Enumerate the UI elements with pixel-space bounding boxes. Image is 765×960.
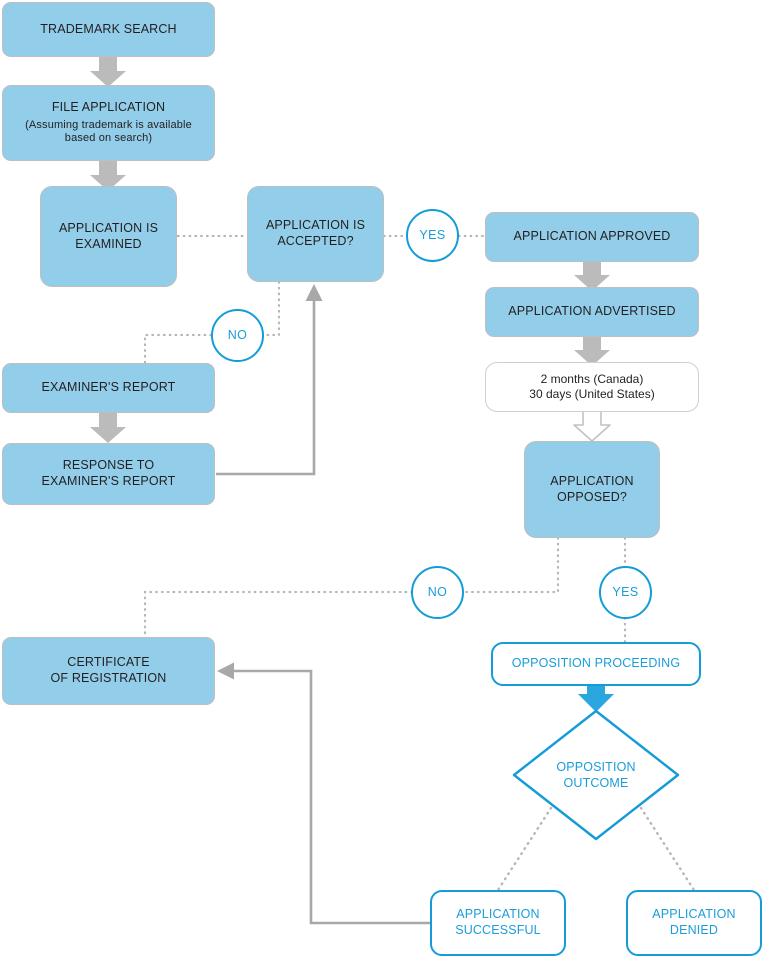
node-trademark-search[interactable]: TRADEMARK SEARCH [2,2,215,57]
node-file-application-label: FILE APPLICATION [51,99,166,114]
node-application-approved[interactable]: APPLICATION APPROVED [485,212,699,262]
decision-opposed-yes-label: YES [612,584,639,599]
node-application-accepted-line-2: ACCEPTED? [277,234,354,248]
node-opposition-outcome[interactable]: OPPOSITION OUTCOME [536,750,656,800]
node-opposition-proceeding[interactable]: OPPOSITION PROCEEDING [491,642,701,686]
node-response-to-examiners-report-line-1: RESPONSE TO [62,458,155,473]
node-application-denied[interactable]: APPLICATION DENIED [626,890,762,956]
node-opposition-outcome-line-2: OUTCOME [563,776,629,790]
node-application-approved-label: APPLICATION APPROVED [513,229,671,244]
decision-accepted-no[interactable]: NO [211,309,264,362]
node-application-successful-line-2: SUCCESSFUL [455,923,541,937]
node-application-examined[interactable]: APPLICATION IS EXAMINED [40,186,177,287]
decision-opposed-yes[interactable]: YES [599,566,652,619]
node-certificate-of-registration-line-2: OF REGISTRATION [50,671,167,685]
node-application-accepted-line-1: APPLICATION IS [265,218,366,233]
flowchart-canvas: TRADEMARK SEARCH FILE APPLICATION (Assum… [0,0,765,960]
node-application-opposed[interactable]: APPLICATION OPPOSED? [524,441,660,538]
decision-opposed-no[interactable]: NO [411,566,464,619]
edge-no-to-certificate [143,590,414,639]
node-response-to-examiners-report-line-2: EXAMINER'S REPORT [41,474,176,488]
edge-outcome-to-successful [496,806,553,892]
node-file-application-sub-line-2: based on search) [64,132,153,145]
node-response-to-examiners-report[interactable]: RESPONSE TO EXAMINER'S REPORT [2,443,215,505]
edge-outcome-to-denied [639,806,696,892]
edge-proceeding-to-outcome [578,685,614,712]
node-application-denied-line-1: APPLICATION [652,907,736,922]
node-examiners-report[interactable]: EXAMINER'S REPORT [2,363,215,413]
node-application-advertised-label: APPLICATION ADVERTISED [508,304,676,319]
node-file-application[interactable]: FILE APPLICATION (Assuming trademark is … [2,85,215,161]
decision-opposed-no-label: NO [427,584,448,599]
node-examiners-report-label: EXAMINER'S REPORT [41,380,176,395]
node-trademark-search-label: TRADEMARK SEARCH [40,21,177,36]
node-opposition-window: 2 months (Canada) 30 days (United States… [485,362,699,412]
node-file-application-sub-line-1: (Assuming trademark is available [25,118,192,131]
edge-window-to-opposed [573,412,611,442]
node-opposition-window-line-1: 2 months (Canada) [540,372,644,386]
edge-accepted-to-no [261,280,281,337]
node-certificate-of-registration-line-1: CERTIFICATE [67,655,150,670]
node-application-opposed-line-2: OPPOSED? [557,489,627,504]
edge-successful-to-certificate [217,662,430,925]
node-application-opposed-line-1: APPLICATION [550,473,634,488]
decision-accepted-yes[interactable]: YES [406,209,459,262]
node-application-examined-line-2: EXAMINED [75,236,142,251]
node-application-advertised[interactable]: APPLICATION ADVERTISED [485,287,699,337]
decision-accepted-yes-label: YES [419,227,446,242]
node-opposition-outcome-line-1: OPPOSITION [556,759,636,774]
node-application-accepted[interactable]: APPLICATION IS ACCEPTED? [247,186,384,282]
edge-opposed-to-no [462,536,560,594]
edge-no-to-examiners-report [143,333,213,365]
node-application-successful[interactable]: APPLICATION SUCCESSFUL [430,890,566,956]
node-opposition-proceeding-label: OPPOSITION PROCEEDING [511,656,681,671]
node-opposition-window-line-2: 30 days (United States) [529,387,655,401]
node-application-denied-line-2: DENIED [669,923,719,937]
decision-accepted-no-label: NO [227,327,248,342]
node-certificate-of-registration[interactable]: CERTIFICATE OF REGISTRATION [2,637,215,705]
node-application-examined-line-1: APPLICATION IS [58,220,159,235]
edge-search-to-file [90,57,126,87]
edge-report-to-response [90,413,126,443]
node-application-successful-line-1: APPLICATION [456,907,540,922]
